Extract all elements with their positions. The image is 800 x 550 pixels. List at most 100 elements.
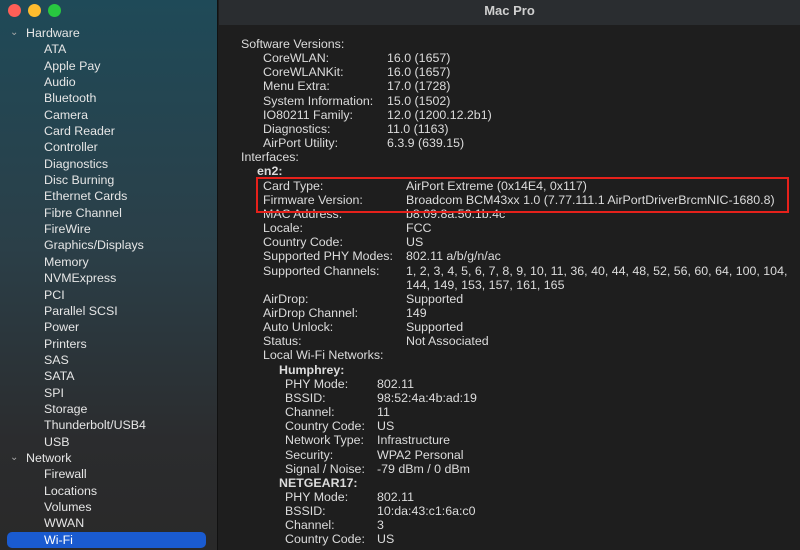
sidebar-item-power[interactable]: Power: [0, 319, 218, 335]
row-value: 10:da:43:c1:6a:c0: [377, 504, 476, 519]
sidebar-item-diagnostics[interactable]: Diagnostics: [0, 156, 218, 172]
row-value: US: [377, 532, 395, 547]
sidebar-item-bluetooth[interactable]: Bluetooth: [0, 90, 218, 106]
sidebar-item-thunderbolt-usb4[interactable]: Thunderbolt/USB4: [0, 417, 218, 433]
info-row: Supported PHY Modes: 802.11 a/b/g/n/ac: [219, 249, 800, 263]
sidebar-tree: ⌄ Hardware ATA Apple Pay Audio Bluetooth Camer…: [0, 25, 218, 548]
sidebar-group-hardware[interactable]: ⌄ Hardware: [0, 25, 218, 41]
info-row: Channel: 3: [219, 518, 800, 532]
sidebar: ⌄ Hardware ATA Apple Pay Audio Bluetooth Camer…: [0, 0, 218, 550]
info-row: CoreWLAN: 16.0 (1657): [219, 51, 800, 65]
row-value: 11.0 (1163): [387, 121, 449, 136]
info-row: AirDrop: Supported: [219, 292, 800, 306]
row-label: AirDrop Channel:: [263, 305, 359, 320]
window-title: Mac Pro: [484, 3, 535, 18]
info-row: IO80211 Family: 12.0 (1200.12.2b1): [219, 108, 800, 122]
sidebar-item-nvmexpress[interactable]: NVMExpress: [0, 270, 218, 286]
sidebar-item-disc-burning[interactable]: Disc Burning: [0, 172, 218, 188]
row-label: Supported PHY Modes:: [263, 249, 393, 264]
info-row: Signal / Noise: -79 dBm / 0 dBm: [219, 462, 800, 476]
sidebar-item-camera[interactable]: Camera: [0, 107, 218, 123]
section-header: Humphrey:: [219, 363, 800, 377]
sidebar-item-pci[interactable]: PCI: [0, 287, 218, 303]
row-value: US: [377, 419, 395, 434]
title-bar: Mac Pro: [219, 0, 800, 25]
info-row: Status: Not Associated: [219, 334, 800, 348]
sidebar-item-memory[interactable]: Memory: [0, 254, 218, 270]
sidebar-item-apple-pay[interactable]: Apple Pay: [0, 58, 218, 74]
info-row: PHY Mode: 802.11: [219, 377, 800, 391]
row-label: Country Code:: [285, 419, 365, 434]
info-row: Supported Channels: 1, 2, 3, 4, 5, 6, 7, …: [219, 264, 800, 278]
row-value: Supported: [406, 320, 464, 335]
row-value: 11: [377, 405, 390, 420]
sidebar-item-firewire[interactable]: FireWire: [0, 221, 218, 237]
row-value: 6.3.9 (639.15): [387, 136, 465, 151]
chevron-down-icon[interactable]: ⌄: [10, 25, 18, 41]
row-label: Locale:: [263, 221, 303, 236]
info-row: System Information: 15.0 (1502): [219, 94, 800, 108]
sidebar-item-volumes[interactable]: Volumes: [0, 499, 218, 515]
info-row: 144, 149, 153, 157, 161, 165: [219, 278, 800, 292]
sidebar-item-audio[interactable]: Audio: [0, 74, 218, 90]
sidebar-group-label: Hardware: [26, 26, 80, 40]
sidebar-item-parallel-scsi[interactable]: Parallel SCSI: [0, 303, 218, 319]
info-row: Channel: 11: [219, 405, 800, 419]
sidebar-item-printers[interactable]: Printers: [0, 336, 218, 352]
info-row: Network Type: Infrastructure: [219, 433, 800, 447]
row-label: NETGEAR17:: [279, 475, 358, 490]
minimize-button[interactable]: [28, 4, 41, 17]
info-row: Country Code: US: [219, 419, 800, 433]
zoom-button[interactable]: [48, 4, 61, 17]
row-value: Infrastructure: [377, 433, 450, 448]
info-row: Security: WPA2 Personal: [219, 448, 800, 462]
sidebar-item-usb[interactable]: USB: [0, 434, 218, 450]
row-label: BSSID:: [285, 504, 326, 519]
sidebar-item-wwan[interactable]: WWAN: [0, 515, 218, 531]
row-value: 802.11 a/b/g/n/ac: [406, 249, 501, 264]
sidebar-item-storage[interactable]: Storage: [0, 401, 218, 417]
chevron-down-icon[interactable]: ⌄: [10, 450, 18, 466]
close-button[interactable]: [8, 4, 21, 17]
sidebar-item-ata[interactable]: ATA: [0, 41, 218, 57]
row-value: 98:52:4a:4b:ad:19: [377, 390, 477, 405]
row-label: Status:: [263, 334, 302, 349]
row-label: Channel:: [285, 405, 335, 420]
row-value: WPA2 Personal: [377, 447, 464, 462]
highlight-box: [256, 177, 789, 213]
sidebar-item-controller[interactable]: Controller: [0, 139, 218, 155]
sidebar-item-ethernet-cards[interactable]: Ethernet Cards: [0, 188, 218, 204]
row-value: 16.0 (1657): [387, 51, 451, 66]
sidebar-item-firewall[interactable]: Firewall: [0, 466, 218, 482]
row-label: CoreWLANKit:: [263, 65, 344, 80]
info-row: PHY Mode: 802.11: [219, 490, 800, 504]
row-value: 12.0 (1200.12.2b1): [387, 107, 492, 122]
info-row: BSSID: 10:da:43:c1:6a:c0: [219, 504, 800, 518]
row-label: PHY Mode:: [285, 490, 349, 504]
row-label: Interfaces:: [241, 150, 299, 165]
row-label: Local Wi-Fi Networks:: [263, 348, 384, 363]
sidebar-group-network[interactable]: ⌄ Network: [0, 450, 218, 466]
section-header: Interfaces:: [219, 150, 800, 164]
row-label: PHY Mode:: [285, 376, 349, 391]
row-value: Not Associated: [406, 334, 489, 349]
info-row: Menu Extra: 17.0 (1728): [219, 79, 800, 93]
sidebar-item-sas[interactable]: SAS: [0, 352, 218, 368]
sidebar-item-locations[interactable]: Locations: [0, 483, 218, 499]
row-label: Security:: [285, 447, 334, 462]
info-row: AirPort Utility: 6.3.9 (639.15): [219, 136, 800, 150]
sidebar-group-label: Network: [26, 450, 72, 465]
row-label: CoreWLAN:: [263, 51, 330, 66]
sidebar-item-wi-fi[interactable]: Wi-Fi: [7, 531, 206, 548]
sidebar-item-spi[interactable]: SPI: [0, 385, 218, 401]
row-label: Signal / Noise:: [285, 461, 365, 476]
row-label: Channel:: [285, 518, 335, 533]
sidebar-item-graphics-displays[interactable]: Graphics/Displays: [0, 237, 218, 253]
sidebar-item-card-reader[interactable]: Card Reader: [0, 123, 218, 139]
sidebar-item-sata[interactable]: SATA: [0, 368, 218, 384]
row-label: BSSID:: [285, 390, 326, 405]
row-value: -79 dBm / 0 dBm: [377, 461, 470, 476]
row-label: AirDrop:: [263, 291, 309, 306]
sidebar-item-fibre-channel[interactable]: Fibre Channel: [0, 205, 218, 221]
row-label: Supported Channels:: [263, 263, 380, 278]
